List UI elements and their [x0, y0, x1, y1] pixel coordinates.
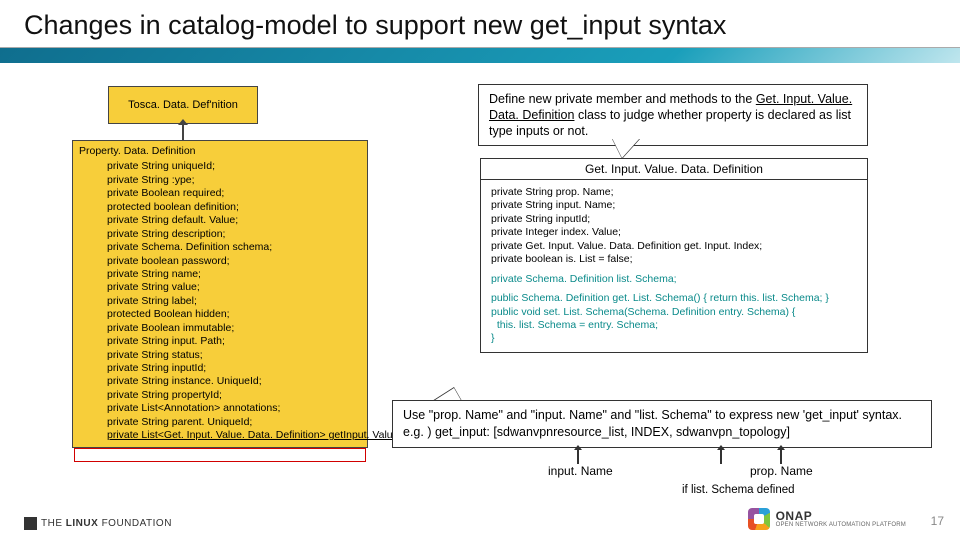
- property-def-line: private List<Annotation> annotations;: [79, 402, 361, 415]
- code-header: Get. Input. Value. Data. Definition: [481, 159, 867, 180]
- property-def-line: private Schema. Definition schema;: [79, 241, 361, 254]
- property-def-line: private String parent. UniqueId;: [79, 416, 361, 429]
- arrow-prop: [780, 450, 782, 464]
- property-def-line: private String default. Value;: [79, 214, 361, 227]
- code-line: private boolean is. List = false;: [491, 253, 857, 266]
- code-line: private Integer index. Value;: [491, 226, 857, 239]
- code-teal-line: this. list. Schema = entry. Schema;: [491, 319, 857, 332]
- arrow-cond: [720, 450, 722, 464]
- c2-l2: e.g. ) get_input: [sdwanvpnresource_list…: [403, 424, 921, 441]
- property-def-line: private String input. Path;: [79, 335, 361, 348]
- property-def-line: private boolean password;: [79, 255, 361, 268]
- code-line: private String input. Name;: [491, 199, 857, 212]
- property-def-line: private String status;: [79, 349, 361, 362]
- property-def-line: private String instance. UniqueId;: [79, 375, 361, 388]
- property-def-box: Property. Data. Definition private Strin…: [72, 140, 368, 448]
- property-def-line: private String value;: [79, 281, 361, 294]
- title-bar: Changes in catalog-model to support new …: [0, 0, 960, 63]
- onap-text: ONAP: [776, 510, 906, 522]
- property-def-line: private String inputId;: [79, 362, 361, 375]
- code-line: private String prop. Name;: [491, 186, 857, 199]
- lf-b: LINUX: [66, 518, 99, 529]
- property-def-line: private String :ype;: [79, 174, 361, 187]
- linux-foundation-logo: THE LINUX FOUNDATION: [24, 517, 172, 530]
- code-line: private String inputId;: [491, 213, 857, 226]
- code-box: Get. Input. Value. Data. Definition priv…: [480, 158, 868, 353]
- code-teal-1: private Schema. Definition list. Schema;: [491, 273, 857, 286]
- lf-post: FOUNDATION: [102, 518, 172, 529]
- property-def-line: private String uniqueId;: [79, 160, 361, 173]
- code-teal-line: public void set. List. Schema(Schema. De…: [491, 306, 857, 319]
- property-def-line: private String propertyId;: [79, 389, 361, 402]
- code-teal-line: }: [491, 332, 857, 345]
- onap-icon: [748, 508, 770, 530]
- c1-pre: Define new private member and methods to…: [489, 92, 756, 106]
- property-def-line: private String label;: [79, 295, 361, 308]
- label-cond: if list. Schema defined: [682, 484, 795, 496]
- inheritance-arrow: [182, 124, 184, 140]
- property-def-line: protected boolean definition;: [79, 201, 361, 214]
- property-def-highlight: private List<Get. Input. Value. Data. De…: [79, 429, 361, 442]
- label-input: input. Name: [548, 464, 613, 478]
- code-line: private Get. Input. Value. Data. Definit…: [491, 240, 857, 253]
- title-rule: [0, 47, 960, 63]
- page-number: 17: [931, 514, 944, 528]
- callout-define: Define new private member and methods to…: [478, 84, 868, 146]
- property-def-line: private String name;: [79, 268, 361, 281]
- callout-define-tail: [612, 138, 640, 158]
- property-def-head: Property. Data. Definition: [79, 145, 361, 158]
- page-title: Changes in catalog-model to support new …: [0, 0, 960, 47]
- property-def-line: protected Boolean hidden;: [79, 308, 361, 321]
- arrow-input: [577, 450, 579, 464]
- c2-l1: Use "prop. Name" and "input. Name" and "…: [403, 407, 921, 424]
- lf-icon: [24, 517, 37, 530]
- property-def-line: private Boolean immutable;: [79, 322, 361, 335]
- property-def-line: private String description;: [79, 228, 361, 241]
- callout-usage: Use "prop. Name" and "input. Name" and "…: [392, 400, 932, 448]
- property-def-line: private Boolean required;: [79, 187, 361, 200]
- lf-pre: THE: [41, 518, 63, 529]
- label-prop: prop. Name: [750, 464, 813, 478]
- code-teal-line: public Schema. Definition get. List. Sch…: [491, 292, 857, 305]
- tosca-label: Tosca. Data. Def'nition: [128, 99, 238, 111]
- onap-sub: OPEN NETWORK AUTOMATION PLATFORM: [776, 522, 906, 528]
- highlight-outline: [74, 448, 366, 462]
- onap-logo: ONAP OPEN NETWORK AUTOMATION PLATFORM: [748, 508, 906, 530]
